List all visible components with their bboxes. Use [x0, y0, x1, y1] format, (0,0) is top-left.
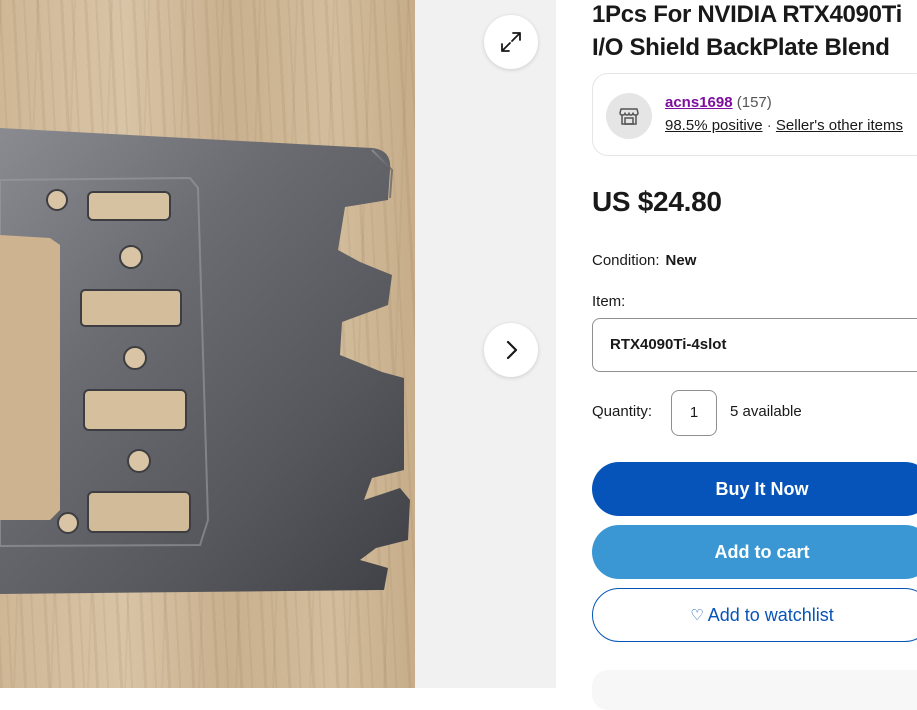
condition-label: Condition: [592, 252, 660, 269]
chevron-right-icon [506, 340, 518, 360]
next-image-button[interactable] [484, 323, 538, 377]
add-to-watchlist-button[interactable]: ♡ Add to watchlist [592, 588, 917, 642]
item-variant-select[interactable]: RTX4090Ti-4slot [592, 318, 917, 372]
seller-card: acns1698 (157) 98.5% positive · Seller's… [592, 73, 917, 156]
buy-it-now-label: Buy It Now [715, 478, 809, 499]
listing-title: 1Pcs For NVIDIA RTX4090Ti I/O Shield Bac… [592, 0, 917, 64]
seller-feedback-count: (157) [736, 94, 772, 111]
quantity-available: 5 available [730, 403, 802, 420]
add-to-cart-button[interactable]: Add to cart [592, 525, 917, 579]
expand-icon [501, 32, 521, 52]
quantity-input[interactable]: 1 [671, 390, 717, 436]
add-to-watchlist-label: Add to watchlist [707, 604, 834, 625]
listing-title-line-2: I/O Shield BackPlate Blend [592, 34, 890, 61]
product-photo[interactable] [0, 0, 415, 688]
condition-row: Condition: New [592, 252, 696, 269]
add-to-cart-label: Add to cart [714, 541, 810, 562]
expand-image-button[interactable] [484, 15, 538, 69]
item-variant-selected: RTX4090Ti-4slot [610, 336, 727, 353]
seller-name-row: acns1698 (157) [665, 94, 772, 111]
image-gallery [0, 0, 556, 688]
seller-other-items-link[interactable]: Seller's other items [776, 117, 903, 134]
io-shield-illustration [0, 128, 410, 594]
listing-title-line-1: 1Pcs For NVIDIA RTX4090Ti [592, 1, 902, 28]
item-label: Item: [592, 293, 626, 310]
buy-it-now-button[interactable]: Buy It Now [592, 462, 917, 516]
seller-name-link[interactable]: acns1698 [665, 94, 733, 111]
condition-value: New [665, 252, 697, 269]
store-avatar[interactable] [606, 93, 652, 139]
heart-icon: ♡ [690, 607, 704, 624]
seller-links-row: 98.5% positive · Seller's other items [665, 117, 903, 134]
seller-positive-link[interactable]: 98.5% positive [665, 117, 763, 134]
shipping-info-card [592, 670, 917, 710]
price: US $24.80 [592, 186, 722, 217]
quantity-label: Quantity: [592, 403, 653, 420]
store-icon [619, 108, 639, 125]
seller-separator: · [766, 117, 772, 134]
